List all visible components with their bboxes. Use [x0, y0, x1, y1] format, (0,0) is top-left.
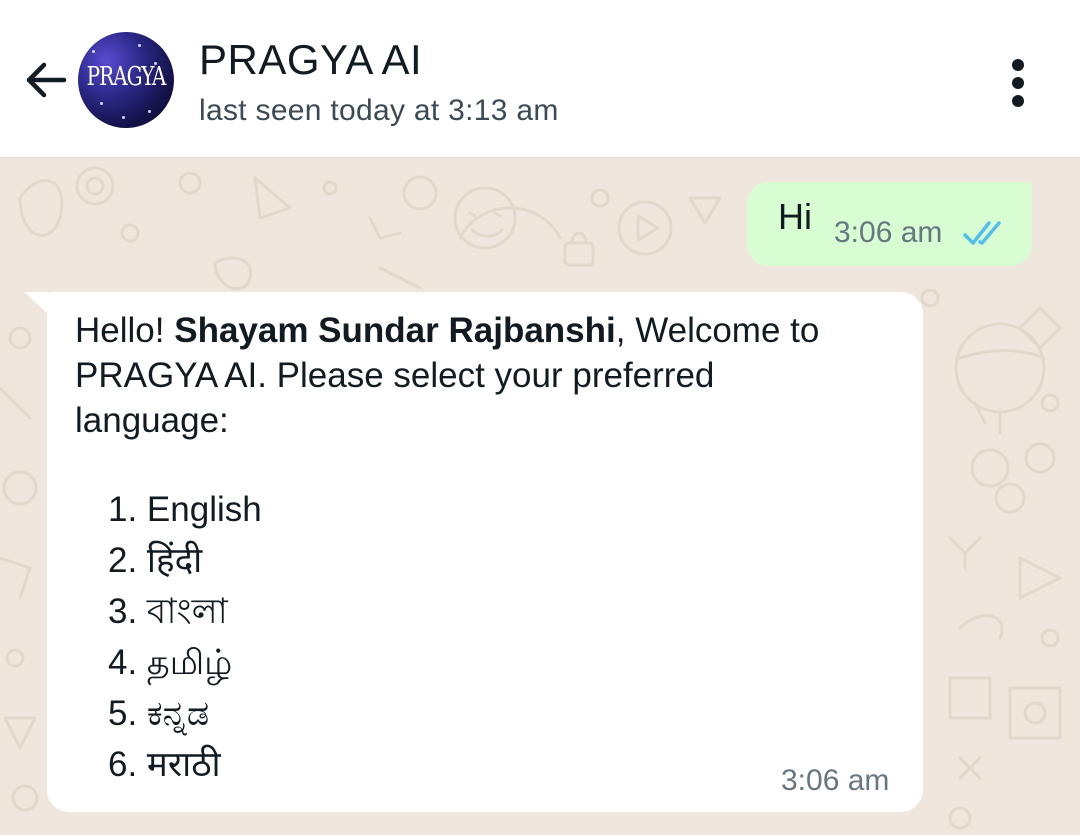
contact-name[interactable]: PRAGYA AI — [199, 36, 422, 84]
arrow-left-icon[interactable] — [22, 56, 70, 104]
list-item: 4. தமிழ் — [108, 643, 233, 682]
outgoing-message-time: 3:06 am — [834, 216, 943, 249]
incoming-message-time: 3:06 am — [781, 764, 890, 797]
list-item: 2. हिंदी — [108, 541, 203, 580]
chat-header: PRAGYA PRAGYA AI last seen today at 3:13… — [0, 0, 1080, 158]
outgoing-message-text: Hi — [778, 196, 812, 237]
greeting-prefix: Hello! — [75, 311, 175, 350]
user-name: Shayam Sundar Rajbanshi — [174, 311, 616, 350]
list-item: 6. मराठी — [108, 745, 221, 784]
avatar[interactable]: PRAGYA — [78, 32, 174, 128]
list-item: 1. English — [108, 490, 262, 529]
incoming-bubble-tail — [24, 292, 48, 314]
language-list: 1. English 2. हिंदी 3. বাংলা 4. தமிழ் 5.… — [108, 486, 262, 792]
list-item: 3. বাংলা — [108, 592, 228, 631]
double-check-read-icon — [963, 221, 1001, 245]
last-seen-status: last seen today at 3:13 am — [199, 94, 559, 127]
incoming-message-text: Hello! Shayam Sundar Rajbanshi, Welcome … — [75, 308, 835, 443]
list-item: 5. ಕನ್ನಡ — [108, 694, 210, 733]
avatar-logo-text: PRAGYA — [86, 60, 167, 92]
more-vertical-icon[interactable] — [1000, 56, 1036, 110]
